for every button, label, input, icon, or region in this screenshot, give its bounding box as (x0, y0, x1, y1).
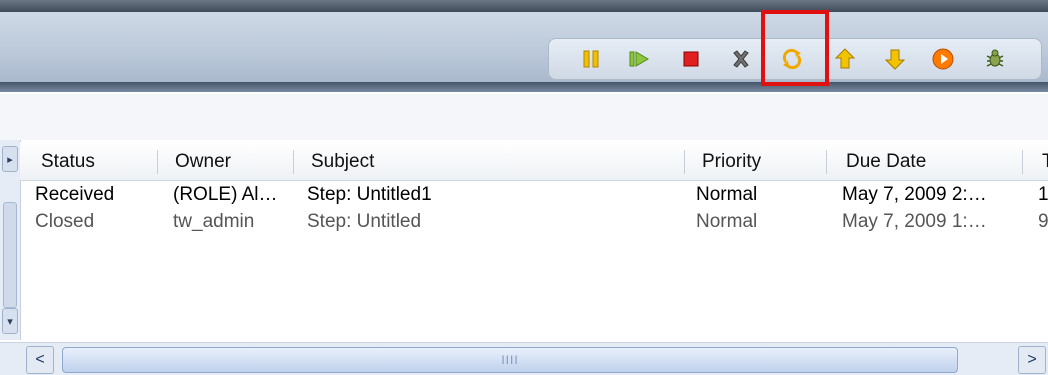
grip-icon: IIII (501, 353, 519, 367)
table-header: Status Owner Subject Priority Due Date T (20, 142, 1048, 181)
vertical-scrollbar[interactable]: ▸ ▾ (0, 140, 21, 340)
resume-icon (629, 51, 649, 67)
scroll-right-button[interactable]: > (1018, 346, 1046, 374)
delete-button[interactable] (726, 44, 756, 74)
column-header-subject[interactable]: Subject (311, 151, 374, 173)
cell-truncated: 9 (1038, 211, 1048, 232)
pause-icon (583, 50, 599, 68)
move-down-button[interactable] (880, 44, 910, 74)
cell-subject: Step: Untitled1 (307, 184, 432, 205)
cell-priority: Normal (696, 184, 758, 205)
delete-icon (733, 50, 749, 68)
resume-button[interactable] (624, 44, 654, 74)
move-up-button[interactable] (830, 44, 860, 74)
column-header-priority[interactable]: Priority (702, 151, 761, 173)
arrow-up-icon (834, 48, 856, 69)
scroll-left-button[interactable]: < (26, 346, 54, 374)
column-header-due-date[interactable]: Due Date (846, 151, 926, 173)
toolbar (0, 12, 1048, 92)
cell-due-date: May 7, 2009 1:… (842, 211, 987, 232)
spacer-area (0, 94, 1048, 140)
window-top-strip (0, 0, 1048, 12)
cell-due-date: May 7, 2009 2:… (842, 184, 987, 205)
scroll-down-icon[interactable]: ▾ (2, 308, 18, 334)
cell-status: Closed (35, 211, 95, 232)
task-table: ▸ ▾ Status Owner Subject Priority Due Da… (0, 140, 1048, 375)
debug-button[interactable] (980, 44, 1010, 74)
column-divider[interactable] (1022, 150, 1023, 174)
cell-truncated: 1 (1038, 184, 1048, 205)
pause-button[interactable] (576, 44, 606, 74)
column-header-status[interactable]: Status (41, 151, 95, 173)
cell-owner: tw_admin (173, 211, 255, 232)
cell-owner: (ROLE) Al… (173, 184, 278, 205)
run-button[interactable] (928, 44, 958, 74)
stop-icon (683, 51, 699, 67)
column-divider[interactable] (826, 150, 827, 174)
debug-icon (986, 49, 1004, 67)
cell-priority: Normal (696, 211, 758, 232)
stop-button[interactable] (676, 44, 706, 74)
table-row[interactable]: Received (ROLE) Al… Step: Untitled1 Norm… (20, 184, 1048, 210)
horizontal-scrollbar[interactable]: < IIII > (0, 342, 1048, 375)
refresh-highlight-annotation (761, 10, 829, 86)
arrow-down-icon (884, 49, 906, 70)
toolbar-shadow (0, 82, 1048, 92)
run-icon (932, 48, 954, 70)
cell-status: Received (35, 184, 115, 205)
column-header-truncated[interactable]: T (1042, 151, 1048, 173)
vertical-scroll-thumb[interactable] (3, 202, 17, 308)
horizontal-scroll-thumb[interactable]: IIII (62, 347, 958, 373)
column-header-owner[interactable]: Owner (175, 151, 231, 173)
column-divider[interactable] (684, 150, 685, 174)
table-row[interactable]: Closed tw_admin Step: Untitled Normal Ma… (20, 211, 1048, 237)
scroll-up-icon[interactable]: ▸ (2, 146, 18, 172)
column-divider[interactable] (157, 150, 158, 174)
column-divider[interactable] (293, 150, 294, 174)
cell-subject: Step: Untitled (307, 211, 422, 232)
